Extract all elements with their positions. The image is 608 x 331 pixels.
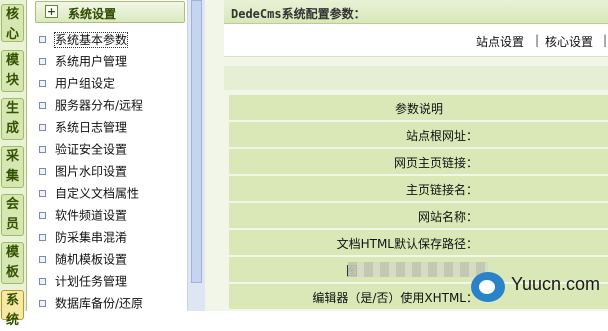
menu-header[interactable]: + 系统设置	[35, 1, 185, 23]
bullet-icon	[39, 58, 46, 65]
menu-item-user-groups[interactable]: 用户组设定	[39, 73, 115, 93]
param-row-site-name: 网站名称：	[229, 203, 608, 229]
bullet-icon	[39, 300, 46, 307]
bullet-icon	[39, 234, 46, 241]
bullet-icon	[39, 80, 46, 87]
tab-module[interactable]: 模块	[1, 50, 24, 92]
bullet-icon	[39, 256, 46, 263]
bullet-icon	[39, 168, 46, 175]
menu-scrollbar[interactable]	[187, 0, 206, 311]
menu-item-anti-collect[interactable]: 防采集串混淆	[39, 227, 127, 247]
menu-item-basic-params[interactable]: 系统基本参数	[39, 29, 129, 49]
system-menu-panel: + 系统设置 系统基本参数 系统用户管理 用户组设定 服务器分布/远程 系统日志…	[27, 0, 187, 311]
bullet-icon	[39, 278, 46, 285]
menu-item-watermark[interactable]: 图片水印设置	[39, 161, 127, 181]
main-content: DedeCms系统配置参数： 站点设置 | 核心设置 | 参数说明 站点根网址：…	[205, 0, 608, 311]
link-core-settings[interactable]: 核心设置	[545, 33, 593, 50]
settings-links: 站点设置 | 核心设置 |	[224, 24, 608, 57]
tab-system[interactable]: 系统	[1, 290, 24, 328]
link-separator: |	[535, 33, 540, 47]
menu-item-custom-attributes[interactable]: 自定义文档属性	[39, 183, 139, 203]
menu-item-scheduled-tasks[interactable]: 计划任务管理	[39, 271, 127, 291]
page-title-bar: DedeCms系统配置参数：	[224, 0, 608, 24]
param-row-html-path: 文档HTML默认保存路径：	[229, 230, 608, 256]
bullet-icon	[39, 212, 46, 219]
tab-core[interactable]: 核心	[1, 4, 24, 42]
menu-item-system-users[interactable]: 系统用户管理	[39, 51, 127, 71]
param-row-home-link: 网页主页链接：	[229, 149, 608, 175]
menu-item-system-log[interactable]: 系统日志管理	[39, 117, 127, 137]
bullet-icon	[39, 146, 46, 153]
param-row-site-url: 站点根网址：	[229, 122, 608, 148]
tab-collect[interactable]: 采集	[1, 146, 24, 188]
watermark: Yuucn.com	[471, 268, 608, 308]
vertical-tab-bar: 核心 模块 生成 采集 会员 模板 系统	[0, 0, 27, 328]
bullet-icon	[39, 124, 46, 131]
link-separator-end: |	[603, 33, 608, 47]
tab-generate[interactable]: 生成	[1, 98, 24, 140]
tab-band	[224, 66, 608, 90]
bullet-icon	[39, 102, 46, 109]
menu-item-server-distribution[interactable]: 服务器分布/远程	[39, 95, 143, 115]
tab-template[interactable]: 模板	[1, 242, 24, 284]
expand-icon[interactable]: +	[45, 5, 58, 18]
menu-item-security[interactable]: 验证安全设置	[39, 139, 127, 159]
param-row-home-link-name: 主页链接名：	[229, 176, 608, 202]
menu-title: 系统设置	[68, 7, 117, 21]
menu-item-software-channel[interactable]: 软件频道设置	[39, 205, 127, 225]
page-title: DedeCms系统配置参数：	[231, 7, 366, 21]
blurred-region	[348, 262, 488, 277]
menu-item-db-backup[interactable]: 数据库备份/还原	[39, 293, 143, 313]
param-header-row: 参数说明	[229, 95, 608, 121]
watermark-text: Yuucn.com	[511, 274, 601, 294]
tab-member[interactable]: 会员	[1, 194, 24, 236]
scrollbar-thumb[interactable]	[191, 0, 202, 283]
bullet-icon	[39, 190, 46, 197]
bullet-icon	[39, 36, 46, 43]
link-site-settings[interactable]: 站点设置	[476, 33, 524, 50]
watermark-logo-icon	[471, 272, 505, 302]
menu-item-random-template[interactable]: 随机模板设置	[39, 249, 127, 269]
